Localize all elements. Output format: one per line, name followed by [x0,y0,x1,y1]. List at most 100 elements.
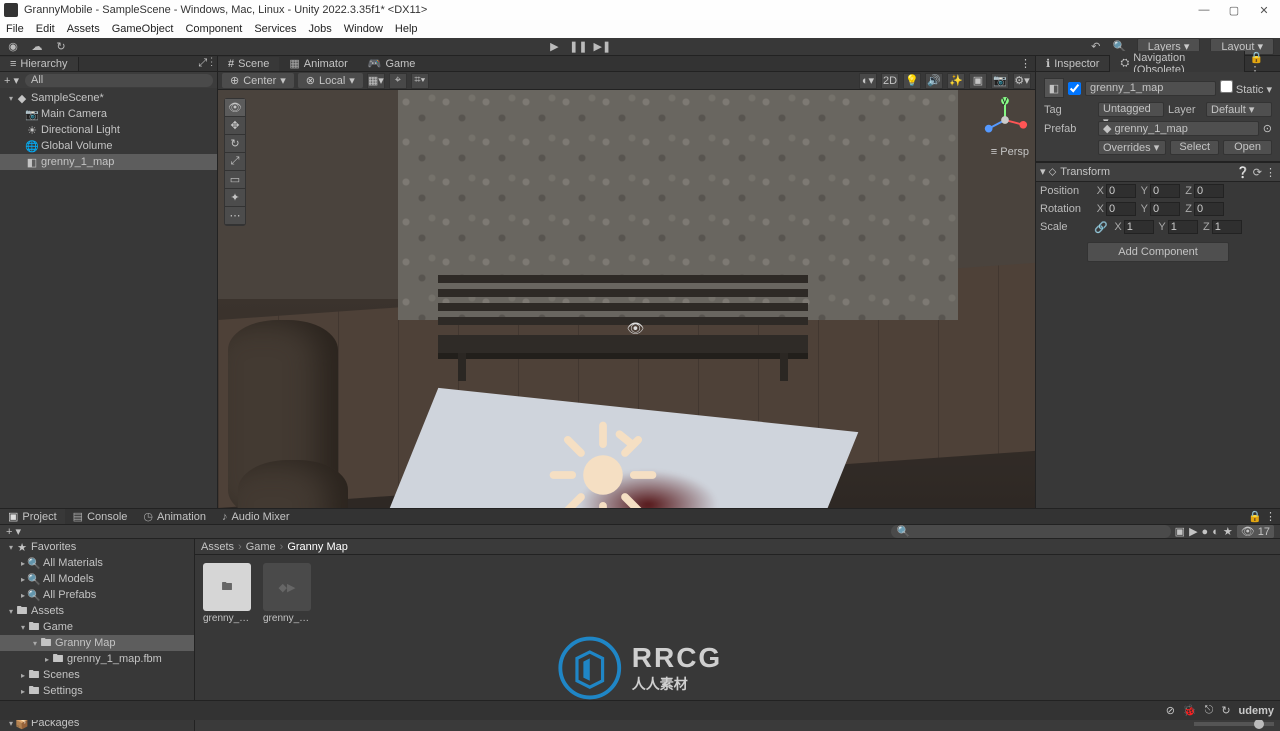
history-icon[interactable]: ↻ [54,40,68,54]
menu-file[interactable]: File [6,23,24,35]
thumbnail-size-slider[interactable] [1194,722,1274,726]
rotation-x[interactable] [1106,202,1136,216]
tab-animation[interactable]: ◷ Animation [135,509,214,524]
asset-item[interactable]: 🖿grenny_1_... [203,563,253,707]
step-button[interactable]: ▶❚ [595,40,609,54]
status-icon[interactable]: 🐞 [1183,704,1197,717]
status-icon[interactable]: ⎋ [1205,704,1214,717]
project-tree-item[interactable]: ▾🖿Game [0,619,194,635]
status-icon[interactable]: ↻ [1221,704,1230,717]
layer-dropdown[interactable]: Default ▾ [1206,102,1272,117]
search-filter-icon[interactable]: ● [1202,526,1209,538]
gameobject-name-field[interactable]: grenny_1_map [1085,81,1216,96]
account-icon[interactable]: ◉ [6,40,20,54]
fx-toggle[interactable]: ✨ [947,73,965,89]
transform-component-header[interactable]: ▾ ⬦ Transform❔ ⟳ ⋮ [1036,162,1280,182]
play-button[interactable]: ▶ [547,40,561,54]
hierarchy-item[interactable]: 📷Main Camera [0,106,217,122]
draw-mode[interactable]: ◐▾ [859,73,877,89]
project-tree-item[interactable]: ▾🖿Granny Map [0,635,194,651]
overrides-dropdown[interactable]: Overrides ▾ [1098,140,1166,155]
menu-component[interactable]: Component [185,23,242,35]
status-icon[interactable]: ⊘ [1166,704,1175,717]
tab-scene[interactable]: # Scene [218,57,279,71]
snap-toggle[interactable]: ⌖ [389,73,407,89]
rotation-z[interactable] [1194,202,1224,216]
prefab-select-button[interactable]: Select [1170,140,1219,155]
transform-tool[interactable]: ✦ [225,189,245,207]
prefab-locate-icon[interactable]: ⊙ [1263,122,1272,135]
project-search[interactable]: 🔍 [891,525,1171,538]
hierarchy-item[interactable]: ▾◆SampleScene* [0,90,217,106]
scene-viewport[interactable]: 👁 👁 ✥ ↻ ⤢ ▭ ✦ ⋯ y ≡ Persp [218,90,1035,508]
menu-edit[interactable]: Edit [36,23,55,35]
menu-jobs[interactable]: Jobs [309,23,332,35]
position-z[interactable] [1194,184,1224,198]
tab-audio-mixer[interactable]: ♪ Audio Mixer [214,510,298,524]
rect-tool[interactable]: ▭ [225,171,245,189]
grid-toggle[interactable]: ▦▾ [367,73,385,89]
hierarchy-search[interactable]: All [25,74,213,87]
scale-link-icon[interactable]: 🔗 [1094,221,1108,234]
rotation-y[interactable] [1150,202,1180,216]
tab-project[interactable]: ▣ Project [0,509,65,524]
prefab-field[interactable]: ◆ grenny_1_map [1098,121,1259,136]
project-create-dropdown[interactable]: + ▾ [6,525,21,538]
create-dropdown[interactable]: + ▾ [4,74,19,87]
close-button[interactable]: ✕ [1258,4,1270,16]
hierarchy-item[interactable]: ◧grenny_1_map [0,154,217,170]
rotate-tool[interactable]: ↻ [225,135,245,153]
camera-toggle[interactable]: 📷 [991,73,1009,89]
hierarchy-item[interactable]: ☀Directional Light [0,122,217,138]
project-tree-item[interactable]: ▸🔍All Prefabs [0,587,194,603]
breadcrumb-item[interactable]: Game [246,541,276,553]
tab-game[interactable]: 🎮 Game [358,56,426,71]
menu-window[interactable]: Window [344,23,383,35]
toggle-2d[interactable]: 2D [881,73,899,89]
scale-y[interactable] [1168,220,1198,234]
menu-help[interactable]: Help [395,23,418,35]
hierarchy-tab[interactable]: ≡ Hierarchy [0,57,79,71]
gameobject-active-toggle[interactable] [1068,82,1081,95]
breadcrumb-item[interactable]: Assets [201,541,234,553]
project-tab-menu[interactable]: 🔒 ⋮ [1244,510,1280,523]
project-tree-item[interactable]: ▾★Favorites [0,539,194,555]
search-filter-icon[interactable]: ◐ [1212,526,1219,538]
hierarchy-item[interactable]: 🌐Global Volume [0,138,217,154]
snap-increment[interactable]: ⌗▾ [411,73,429,89]
space-dropdown[interactable]: ⊗ Local ▾ [298,73,363,88]
scale-tool[interactable]: ⤢ [225,153,245,171]
view-tool[interactable]: 👁 [225,99,245,117]
cloud-icon[interactable]: ☁ [30,40,44,54]
orientation-gizmo[interactable]: y [981,96,1029,144]
add-component-button[interactable]: Add Component [1087,242,1229,262]
undo-icon[interactable]: ↶ [1089,40,1103,54]
scene-tab-menu[interactable]: ⋮ [1020,57,1035,70]
overlay-toggle[interactable]: ▣ [969,73,987,89]
scale-z[interactable] [1212,220,1242,234]
lighting-toggle[interactable]: 💡 [903,73,921,89]
gizmos-dropdown[interactable]: ⚙▾ [1013,73,1031,89]
hierarchy-lock-icon[interactable]: ⤢ ⋮ [198,57,217,70]
menu-services[interactable]: Services [254,23,296,35]
position-x[interactable] [1106,184,1136,198]
project-tree-item[interactable]: ▸🔍All Materials [0,555,194,571]
breadcrumb-item[interactable]: Granny Map [287,541,348,553]
asset-item[interactable]: ◆▶grenny_1_... [263,563,313,707]
tab-console[interactable]: ▤ Console [65,509,136,524]
hidden-count[interactable]: 👁 17 [1237,525,1274,538]
search-filter-icon[interactable]: ★ [1223,525,1233,538]
custom-tool[interactable]: ⋯ [225,207,245,225]
project-tree-item[interactable]: ▸🔍All Models [0,571,194,587]
menu-gameobject[interactable]: GameObject [112,23,174,35]
inspector-tab[interactable]: ℹ Inspector [1036,56,1110,71]
pause-button[interactable]: ❚❚ [571,40,585,54]
audio-toggle[interactable]: 🔊 [925,73,943,89]
scale-x[interactable] [1124,220,1154,234]
tab-animator[interactable]: ▦ Animator [279,56,357,71]
search-filter-icon[interactable]: ▣ [1175,525,1185,538]
maximize-button[interactable]: ▢ [1228,4,1240,16]
search-filter-icon[interactable]: ▶ [1189,525,1197,538]
move-tool[interactable]: ✥ [225,117,245,135]
minimize-button[interactable]: — [1198,4,1210,16]
